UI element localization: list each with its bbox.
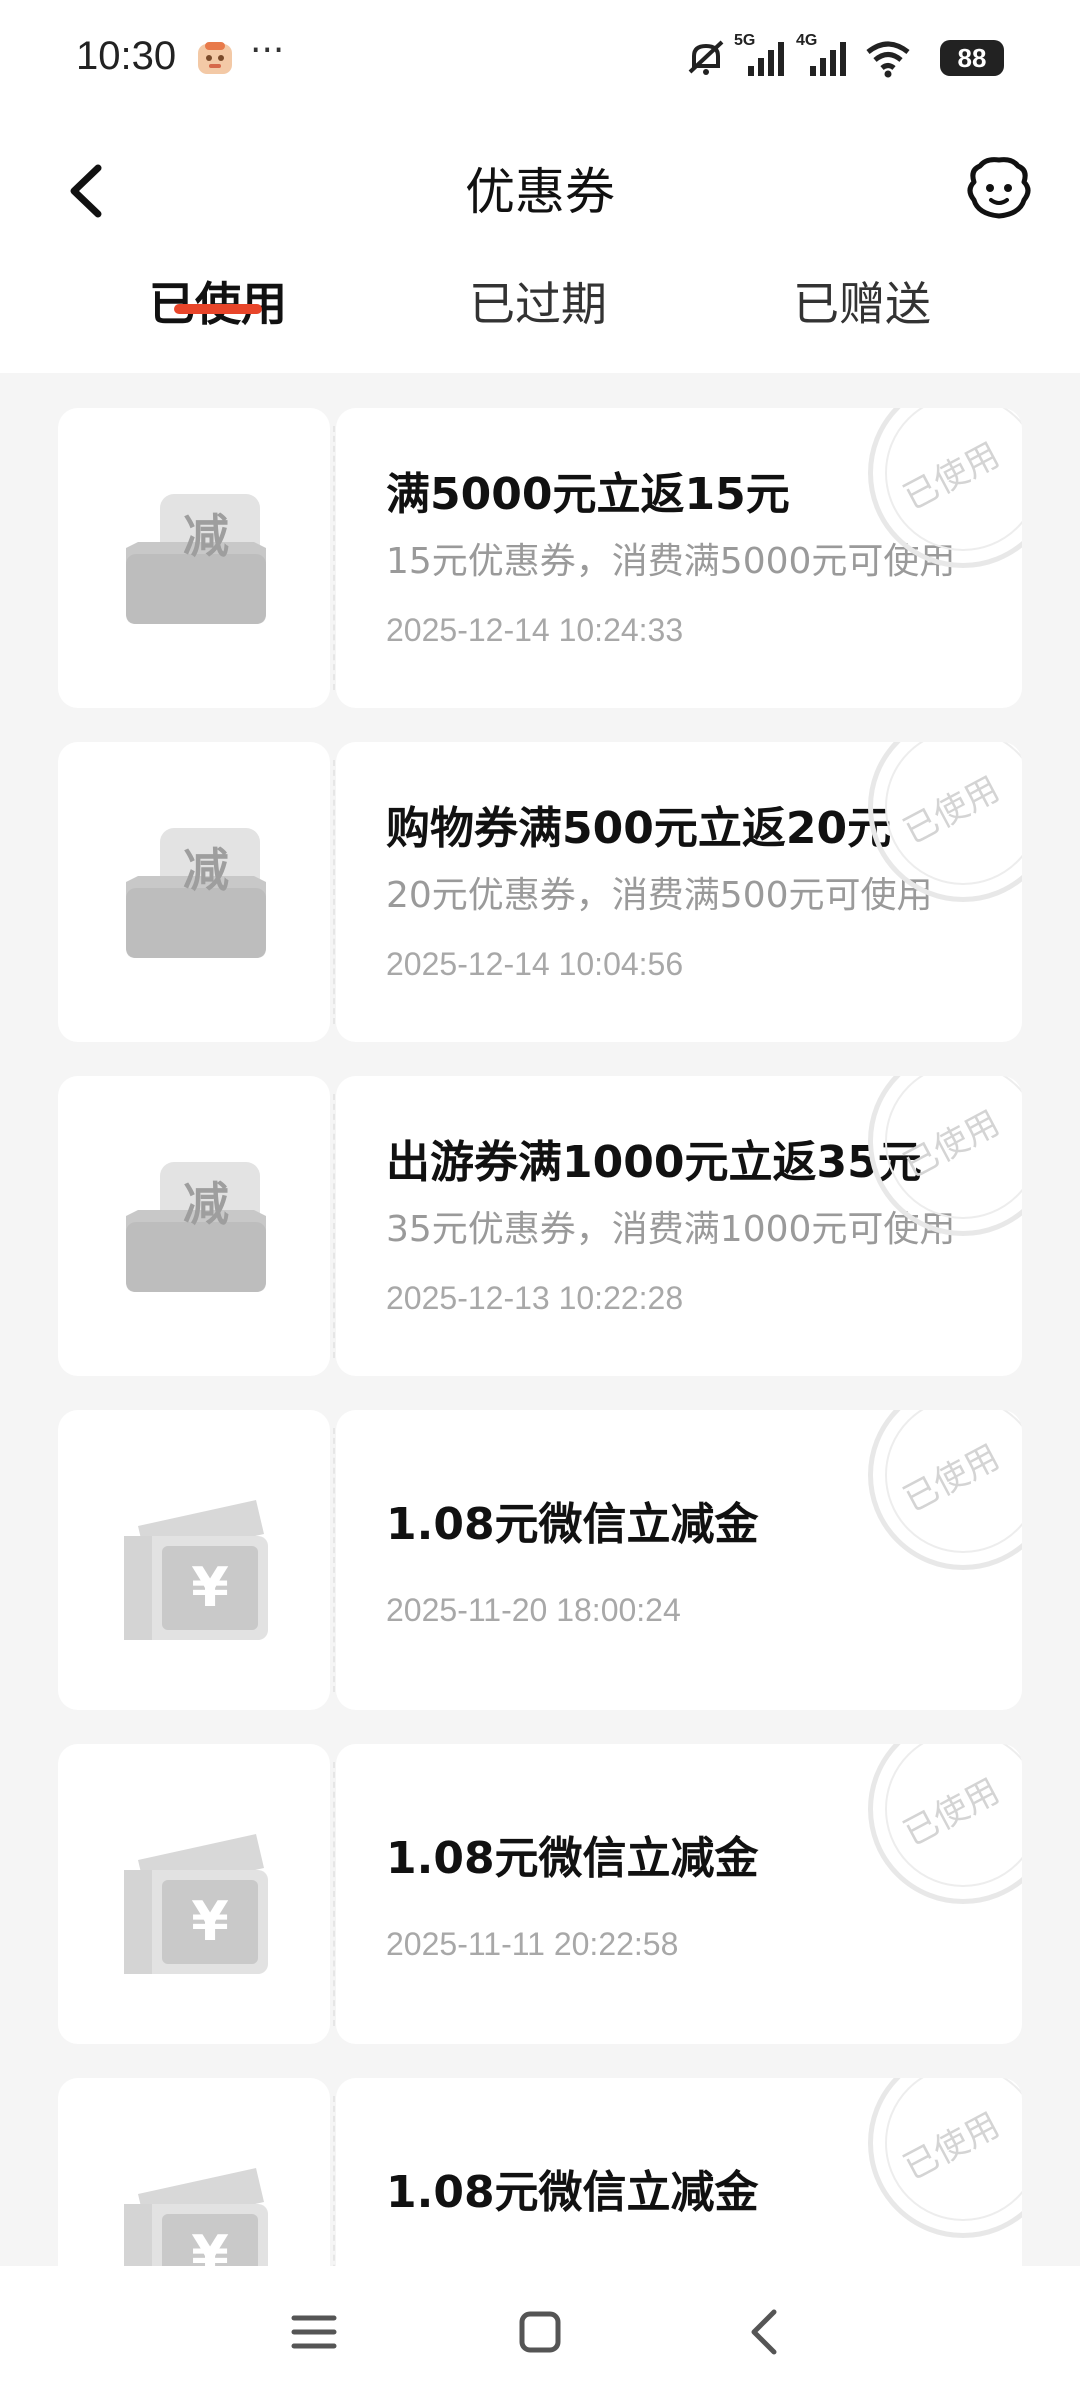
- coupon-divider: [333, 1428, 335, 1692]
- coupon-list: 减 满5000元立返15元 15元优惠券，消费满5000元可使用 2025-12…: [0, 373, 1080, 2266]
- coupon-icon-text: 减: [183, 843, 229, 897]
- signal-icon-2: [810, 42, 846, 76]
- customer-service-icon[interactable]: [962, 152, 1036, 226]
- coupon-divider: [333, 2096, 335, 2266]
- coupon-time: 2025-11-11 20:22:58: [386, 1926, 679, 1962]
- status-more-dots: ···: [250, 30, 285, 71]
- used-stamp-text: 已使用: [897, 768, 1007, 853]
- discount-reduce-icon: 减: [126, 494, 266, 624]
- yuan-ticket-icon: ¥: [124, 1834, 268, 1974]
- status-right: 5G 4G 88: [684, 32, 1004, 80]
- coupon-title: 1.08元微信立减金: [386, 2167, 759, 2218]
- coupon-time: 2025-12-13 10:22:28: [386, 1280, 684, 1316]
- used-stamp: 已使用: [868, 2078, 1022, 2238]
- coupon-divider: [333, 1094, 335, 1358]
- coupon-detail: 1.08元微信立减金 2025-11-11 20:22:58 已使用: [336, 1744, 1022, 2044]
- battery-indicator: 88: [940, 40, 1004, 76]
- back-triangle-icon[interactable]: [736, 2302, 796, 2362]
- page-title: 优惠券: [465, 163, 615, 221]
- home-square-icon[interactable]: [510, 2302, 570, 2362]
- coupon-icon-panel: ¥: [58, 1744, 330, 2044]
- coupon-card[interactable]: ¥ 1.08元微信立减金 2025-11-20 18:00:24 已使用: [58, 1410, 1022, 1710]
- coupon-icon-text: ¥: [191, 1556, 229, 1619]
- tab-expired[interactable]: 已过期: [438, 268, 638, 334]
- coupon-title: 满5000元立返15元: [386, 469, 790, 520]
- used-stamp: 已使用: [868, 1410, 1022, 1570]
- used-stamp: 已使用: [868, 1744, 1022, 1904]
- coupon-card[interactable]: ¥ 1.08元微信立减金 已使用: [58, 2078, 1022, 2266]
- coupon-icon-text: ¥: [191, 1890, 229, 1953]
- used-stamp-text: 已使用: [897, 1102, 1007, 1187]
- coupon-time: 2025-12-14 10:04:56: [386, 946, 684, 982]
- status-bar: 10:30 ··· 5G 4G 88: [0, 0, 1080, 118]
- coupon-detail: 1.08元微信立减金 已使用: [336, 2078, 1022, 2266]
- coupon-detail: 1.08元微信立减金 2025-11-20 18:00:24 已使用: [336, 1410, 1022, 1710]
- discount-reduce-icon: 减: [126, 1162, 266, 1292]
- system-nav-bar: [0, 2266, 1080, 2400]
- header: 优惠券 已使用 已过期 已赠送: [0, 118, 1080, 373]
- coupon-title: 1.08元微信立减金: [386, 1499, 759, 1550]
- used-stamp-text: 已使用: [897, 434, 1007, 519]
- coupon-card[interactable]: 减 满5000元立返15元 15元优惠券，消费满5000元可使用 2025-12…: [58, 408, 1022, 708]
- coupon-icon-panel: 减: [58, 1076, 330, 1376]
- coupon-icon-text: ¥: [191, 2224, 229, 2266]
- coupon-icon-panel: 减: [58, 742, 330, 1042]
- coupon-detail: 满5000元立返15元 15元优惠券，消费满5000元可使用 2025-12-1…: [336, 408, 1022, 708]
- signal-icon-1: [748, 42, 784, 76]
- active-tab-indicator: [174, 304, 262, 314]
- coupon-icon-text: 减: [183, 1177, 229, 1231]
- coupon-card[interactable]: 减 出游券满1000元立返35元 35元优惠券，消费满1000元可使用 2025…: [58, 1076, 1022, 1376]
- coupon-divider: [333, 760, 335, 1024]
- coupon-time: 2025-11-20 18:00:24: [386, 1592, 681, 1628]
- tab-used[interactable]: 已使用: [118, 268, 318, 334]
- mute-vibrate-icon: [688, 40, 724, 75]
- coupon-icon-panel: ¥: [58, 1410, 330, 1710]
- tab-bar: 已使用 已过期 已赠送: [0, 268, 1080, 373]
- yuan-ticket-icon: ¥: [124, 2168, 268, 2266]
- menu-icon[interactable]: [284, 2302, 344, 2362]
- wifi-icon: [866, 41, 910, 78]
- coupon-card[interactable]: ¥ 1.08元微信立减金 2025-11-11 20:22:58 已使用: [58, 1744, 1022, 2044]
- used-stamp-text: 已使用: [897, 1436, 1007, 1521]
- status-time: 10:30: [76, 34, 177, 78]
- yuan-ticket-icon: ¥: [124, 1500, 268, 1640]
- coupon-title: 出游券满1000元立返35元: [386, 1137, 922, 1188]
- coupon-detail: 购物券满500元立返20元 20元优惠券，消费满500元可使用 2025-12-…: [336, 742, 1022, 1042]
- coupon-icon-panel: ¥: [58, 2078, 330, 2266]
- used-stamp-text: 已使用: [897, 2104, 1007, 2189]
- tab-gifted[interactable]: 已赠送: [762, 268, 962, 334]
- app-notification-icon: [198, 42, 232, 74]
- coupon-divider: [333, 1762, 335, 2026]
- coupon-time: 2025-12-14 10:24:33: [386, 612, 684, 648]
- coupon-icon-panel: 减: [58, 408, 330, 708]
- coupon-card[interactable]: 减 购物券满500元立返20元 20元优惠券，消费满500元可使用 2025-1…: [58, 742, 1022, 1042]
- discount-reduce-icon: 减: [126, 828, 266, 958]
- coupon-icon-text: 减: [183, 509, 229, 563]
- coupon-divider: [333, 426, 335, 690]
- used-stamp-text: 已使用: [897, 1770, 1007, 1855]
- coupon-title: 1.08元微信立减金: [386, 1833, 759, 1884]
- coupon-detail: 出游券满1000元立返35元 35元优惠券，消费满1000元可使用 2025-1…: [336, 1076, 1022, 1376]
- coupon-title: 购物券满500元立返20元: [386, 803, 892, 854]
